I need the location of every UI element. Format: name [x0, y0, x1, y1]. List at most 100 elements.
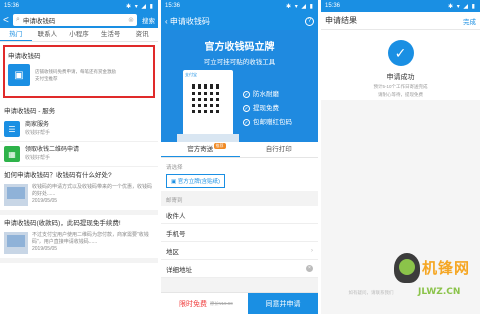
watermark: 机锋网 JLWZ.CN: [392, 247, 478, 311]
status-icons: ✱ ▾ ◢ ▮: [286, 3, 314, 10]
result-card: ✓ 申请成功 预计5-10个工作日寄送完成 请耐心等待，提现免费: [321, 30, 480, 100]
service-title: 领取收钱二维码申请: [25, 147, 80, 153]
status-bar: 15:36 ✱ ▾ ◢ ▮: [0, 0, 158, 12]
tab-label: 官方寄送: [187, 146, 214, 153]
field-label: 地区: [166, 248, 179, 256]
highlighted-result-card[interactable]: 申请收钱码 ▣ 店铺收钱码免费申请，每笔还有赏金激励 支付宝推荐: [3, 45, 155, 98]
field-label: 手机号: [166, 230, 186, 238]
watermark-text: 机锋网: [422, 259, 471, 277]
check-icon: ✓: [243, 91, 250, 98]
service-subtitle: 收钱好帮手: [25, 130, 51, 136]
page-title: 申请收钱码: [169, 16, 210, 26]
banner-subtitle: 可立可挂可贴的收钱工具: [203, 59, 276, 66]
help-icon[interactable]: ?: [305, 16, 314, 26]
services-title-highlight: 申请收钱码: [4, 108, 37, 115]
price-info: 限时免费 原价¥19.90: [161, 293, 248, 314]
service-title: 商家服务: [25, 122, 50, 128]
article-snippet: 不过支付宝用户使用二维码为您付款，商家需要"收钱码"，用户直接申请收钱码....…: [32, 232, 149, 245]
status-bar: 15:36 ✱ ▾ ◢ ▮: [321, 0, 480, 12]
recipient-field[interactable]: 收件人: [161, 206, 318, 224]
status-time: 15:36: [165, 3, 181, 9]
apply-header: ‹ 申请收钱码 ?: [161, 12, 318, 30]
article-date: 2019/05/05: [32, 246, 58, 252]
tab-hot[interactable]: 热门: [0, 28, 32, 41]
merchant-service-icon: ☰: [4, 121, 20, 137]
chevron-right-icon: ›: [310, 247, 313, 254]
page-title: 申请结果: [325, 16, 357, 25]
feature-label: 提现免费: [253, 105, 279, 112]
search-value: 申请收钱码: [22, 18, 56, 25]
qr-code-icon: [192, 84, 224, 116]
back-icon[interactable]: <: [3, 15, 13, 26]
article-preview[interactable]: 收钱码的申请方式以及收钱码带来的一个优惠，收钱码的好处...... 2019/0…: [0, 182, 158, 215]
service-item[interactable]: ▦ 领取收钱二维码申请 收钱好帮手: [0, 142, 158, 167]
status-bar: 15:36 ✱ ▾ ◢ ▮: [161, 0, 318, 12]
region-field[interactable]: 地区 ›: [161, 242, 318, 260]
search-button[interactable]: 搜索: [142, 15, 155, 25]
search-results-screen: 15:36 ✱ ▾ ◢ ▮ < ⌕ 申请收钱码 ⊗ 搜索 热门 联系人 小程序 …: [0, 0, 158, 314]
services-title-rest: - 服务: [36, 108, 56, 115]
apply-screen: 15:36 ✱ ▾ ◢ ▮ ‹ 申请收钱码 ? 官方收钱码立牌 可立可挂可贴的收…: [161, 0, 318, 314]
feature-item: ✓ 提现免费: [243, 102, 292, 116]
stand-option[interactable]: ▣ 官方立牌(含贴纸): [166, 174, 225, 188]
article-snippet: 收钱码的申请方式以及收钱码带来的一个优惠，收钱码的好处......: [32, 184, 153, 197]
phone-field[interactable]: 手机号: [161, 224, 318, 242]
agree-apply-button[interactable]: 同意并申请: [248, 293, 318, 314]
card-title: 申请收钱码: [8, 53, 41, 60]
service-subtitle: 收钱好帮手: [25, 155, 51, 161]
search-input[interactable]: ⌕ 申请收钱码 ⊗: [13, 14, 137, 26]
address-field[interactable]: 详细地址 ×: [161, 260, 318, 278]
services-section-title: 申请收钱码 - 服务: [0, 101, 158, 117]
done-button[interactable]: 完成: [463, 16, 476, 26]
article-thumbnail: [4, 184, 28, 206]
tab-mini-programs[interactable]: 小程序: [63, 28, 95, 41]
tab-official-delivery[interactable]: 官方寄送 推荐: [161, 142, 240, 157]
original-price: 原价¥19.90: [210, 300, 233, 306]
feature-list: ✓ 防水耐磨 ✓ 提现免费 ✓ 包邮赠红包码: [243, 88, 292, 130]
article-title[interactable]: 如何申请收钱码？收钱码有什么好处?: [0, 167, 158, 182]
result-header: 申请结果 完成: [321, 12, 480, 30]
field-label: 详细地址: [166, 266, 192, 274]
tab-news[interactable]: 资讯: [126, 28, 158, 41]
clear-icon[interactable]: ×: [306, 265, 313, 272]
choose-section: 请选择 ▣ 官方立牌(含贴纸): [161, 158, 318, 191]
recommend-badge: 推荐: [213, 143, 226, 149]
stand-logo: 支付宝: [185, 72, 197, 77]
stand-option-label: 官方立牌(含贴纸): [177, 179, 220, 185]
success-note: 请耐心等待，提现免费: [378, 92, 423, 97]
article-title[interactable]: 申请收钱码(收款码)，此码提现免手续费!: [0, 215, 158, 230]
tab-self-print[interactable]: 自行打印: [240, 142, 319, 157]
status-time: 15:36: [325, 3, 341, 9]
status-time: 15:36: [4, 3, 20, 9]
success-check-icon: ✓: [387, 40, 414, 66]
result-screen: 15:36 ✱ ▾ ◢ ▮ 申请结果 完成 ✓ 申请成功 预计5-10个工作日寄…: [321, 0, 480, 314]
receipt-code-icon: ▣: [8, 64, 30, 86]
result-tabs: 热门 联系人 小程序 生活号 资讯: [0, 28, 158, 42]
article-date: 2019/05/05: [32, 198, 58, 204]
feature-item: ✓ 包邮赠红包码: [243, 116, 292, 130]
feature-label: 包邮赠红包码: [253, 119, 292, 126]
banner-title: 官方收钱码立牌: [204, 42, 275, 53]
feature-label: 防水耐磨: [253, 91, 279, 98]
tab-life-accounts[interactable]: 生活号: [95, 28, 127, 41]
feature-item: ✓ 防水耐磨: [243, 88, 292, 102]
article-thumbnail: [4, 232, 28, 254]
price-label: 限时免费: [179, 300, 207, 308]
check-icon: ✓: [243, 105, 250, 112]
promo-banner: 官方收钱码立牌 可立可挂可贴的收钱工具 支付宝 ✓ 防水耐磨 ✓ 提现免费 ✓ 包邮赠…: [161, 30, 318, 142]
qr-code-icon: ▦: [4, 146, 20, 162]
card-source: 支付宝推荐: [35, 76, 58, 81]
check-icon: ✓: [243, 119, 250, 126]
clear-icon[interactable]: ⊗: [128, 16, 134, 24]
android-logo-icon: [394, 253, 420, 283]
article-preview[interactable]: 不过支付宝用户使用二维码为您付款，商家需要"收钱码"，用户直接申请收钱码....…: [0, 230, 158, 263]
tab-contacts[interactable]: 联系人: [32, 28, 64, 41]
search-icon: ⌕: [16, 16, 20, 23]
search-header: < ⌕ 申请收钱码 ⊗ 搜索: [0, 12, 158, 28]
bottom-action-bar: 限时免费 原价¥19.90 同意并申请: [161, 292, 318, 314]
stand-option-icon: ▣: [171, 179, 178, 185]
delivery-tabs: 官方寄送 推荐 自行打印: [161, 142, 318, 158]
service-item[interactable]: ☰ 商家服务 收钱好帮手: [0, 117, 158, 142]
card-description: 店铺收钱码免费申请，每笔还有赏金激励: [35, 69, 116, 74]
address-label: 邮寄到: [166, 198, 183, 204]
